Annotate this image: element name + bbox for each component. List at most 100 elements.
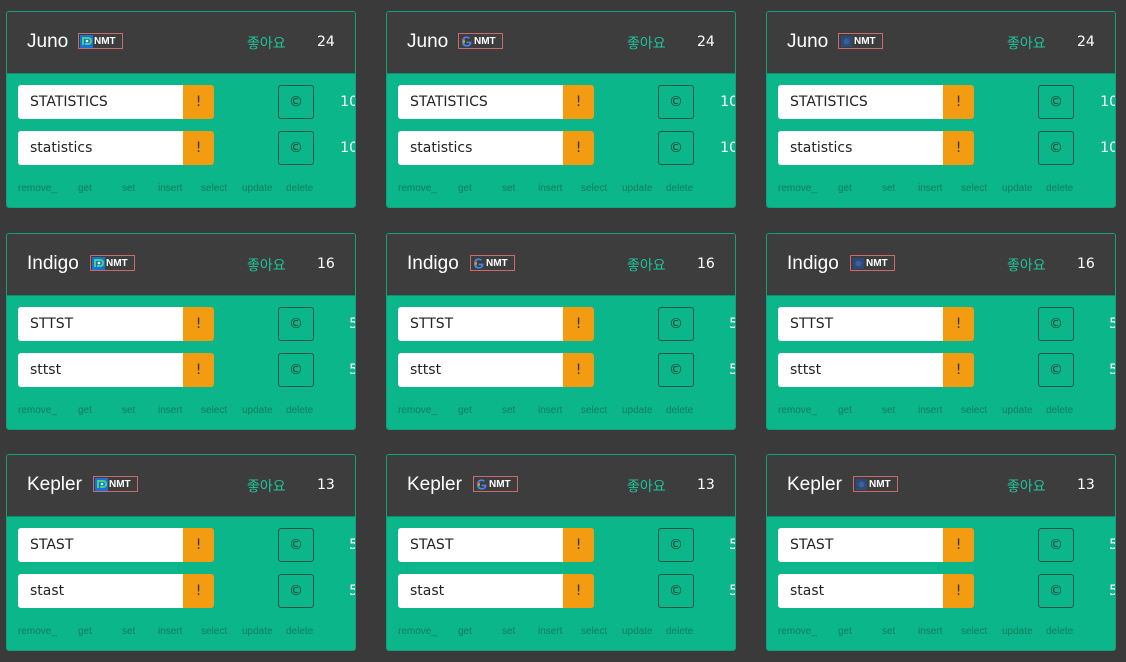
action-select[interactable]: select xyxy=(581,405,607,416)
action-update[interactable]: update xyxy=(242,183,273,194)
action-set[interactable]: set xyxy=(502,626,515,637)
action-insert[interactable]: insert xyxy=(538,626,562,637)
action-delete[interactable]: delete xyxy=(286,626,313,637)
action-set[interactable]: set xyxy=(502,405,515,416)
action-get[interactable]: get xyxy=(78,183,92,194)
word-field[interactable]: sttst xyxy=(18,353,183,387)
copy-button[interactable]: © xyxy=(278,353,314,387)
action-set[interactable]: set xyxy=(122,626,135,637)
action-insert[interactable]: insert xyxy=(918,626,942,637)
word-field[interactable]: STAST xyxy=(398,528,563,562)
word-field[interactable]: statistics xyxy=(18,131,183,165)
copy-button[interactable]: © xyxy=(278,574,314,608)
like-button[interactable]: 좋아요 xyxy=(1007,476,1046,496)
action-delete[interactable]: delete xyxy=(1046,405,1073,416)
word-field[interactable]: STTST xyxy=(398,307,563,341)
action-remove[interactable]: remove_ xyxy=(18,183,57,194)
action-set[interactable]: set xyxy=(122,405,135,416)
like-button[interactable]: 좋아요 xyxy=(1007,255,1046,275)
copy-button[interactable]: © xyxy=(658,574,694,608)
action-update[interactable]: update xyxy=(622,183,653,194)
action-get[interactable]: get xyxy=(458,405,472,416)
action-remove[interactable]: remove_ xyxy=(778,405,817,416)
like-button[interactable]: 좋아요 xyxy=(247,255,286,275)
action-insert[interactable]: insert xyxy=(158,405,182,416)
report-button[interactable]: ! xyxy=(563,85,594,119)
word-field[interactable]: stast xyxy=(778,574,943,608)
word-field[interactable]: STATISTICS xyxy=(398,85,563,119)
copy-button[interactable]: © xyxy=(658,307,694,341)
copy-button[interactable]: © xyxy=(278,85,314,119)
action-remove[interactable]: remove_ xyxy=(778,626,817,637)
report-button[interactable]: ! xyxy=(943,85,974,119)
copy-button[interactable]: © xyxy=(1038,574,1074,608)
action-set[interactable]: set xyxy=(882,626,895,637)
report-button[interactable]: ! xyxy=(563,131,594,165)
copy-button[interactable]: © xyxy=(1038,307,1074,341)
action-insert[interactable]: insert xyxy=(918,405,942,416)
report-button[interactable]: ! xyxy=(943,528,974,562)
action-get[interactable]: get xyxy=(838,626,852,637)
report-button[interactable]: ! xyxy=(943,131,974,165)
word-field[interactable]: STTST xyxy=(778,307,943,341)
like-button[interactable]: 좋아요 xyxy=(1007,33,1046,53)
word-field[interactable]: STATISTICS xyxy=(778,85,943,119)
action-delete[interactable]: delete xyxy=(666,405,693,416)
action-get[interactable]: get xyxy=(458,626,472,637)
action-insert[interactable]: insert xyxy=(158,626,182,637)
action-select[interactable]: select xyxy=(581,183,607,194)
action-insert[interactable]: insert xyxy=(538,183,562,194)
action-delete[interactable]: delete xyxy=(286,183,313,194)
word-field[interactable]: STAST xyxy=(18,528,183,562)
like-button[interactable]: 좋아요 xyxy=(247,476,286,496)
copy-button[interactable]: © xyxy=(1038,528,1074,562)
word-field[interactable]: statistics xyxy=(398,131,563,165)
action-select[interactable]: select xyxy=(201,405,227,416)
action-delete[interactable]: delete xyxy=(1046,626,1073,637)
word-field[interactable]: statistics xyxy=(778,131,943,165)
action-remove[interactable]: remove_ xyxy=(398,626,437,637)
report-button[interactable]: ! xyxy=(183,528,214,562)
like-button[interactable]: 좋아요 xyxy=(627,476,666,496)
action-delete[interactable]: delete xyxy=(666,626,693,637)
copy-button[interactable]: © xyxy=(278,528,314,562)
like-button[interactable]: 좋아요 xyxy=(627,255,666,275)
action-set[interactable]: set xyxy=(882,405,895,416)
copy-button[interactable]: © xyxy=(1038,85,1074,119)
action-select[interactable]: select xyxy=(581,626,607,637)
action-select[interactable]: select xyxy=(961,405,987,416)
report-button[interactable]: ! xyxy=(563,307,594,341)
report-button[interactable]: ! xyxy=(563,353,594,387)
action-insert[interactable]: insert xyxy=(158,183,182,194)
action-remove[interactable]: remove_ xyxy=(18,405,57,416)
action-get[interactable]: get xyxy=(838,405,852,416)
report-button[interactable]: ! xyxy=(943,574,974,608)
word-field[interactable]: STAST xyxy=(778,528,943,562)
action-get[interactable]: get xyxy=(838,183,852,194)
action-select[interactable]: select xyxy=(961,183,987,194)
action-select[interactable]: select xyxy=(961,626,987,637)
action-update[interactable]: update xyxy=(242,405,273,416)
report-button[interactable]: ! xyxy=(183,574,214,608)
word-field[interactable]: STATISTICS xyxy=(18,85,183,119)
copy-button[interactable]: © xyxy=(658,528,694,562)
report-button[interactable]: ! xyxy=(183,307,214,341)
action-get[interactable]: get xyxy=(78,626,92,637)
copy-button[interactable]: © xyxy=(658,85,694,119)
action-remove[interactable]: remove_ xyxy=(398,183,437,194)
report-button[interactable]: ! xyxy=(943,307,974,341)
report-button[interactable]: ! xyxy=(563,528,594,562)
report-button[interactable]: ! xyxy=(183,353,214,387)
copy-button[interactable]: © xyxy=(1038,131,1074,165)
word-field[interactable]: sttst xyxy=(778,353,943,387)
action-update[interactable]: update xyxy=(1002,183,1033,194)
action-get[interactable]: get xyxy=(458,183,472,194)
word-field[interactable]: sttst xyxy=(398,353,563,387)
action-update[interactable]: update xyxy=(622,626,653,637)
action-delete[interactable]: delete xyxy=(1046,183,1073,194)
action-get[interactable]: get xyxy=(78,405,92,416)
action-delete[interactable]: delete xyxy=(666,183,693,194)
report-button[interactable]: ! xyxy=(183,85,214,119)
copy-button[interactable]: © xyxy=(658,131,694,165)
action-update[interactable]: update xyxy=(1002,626,1033,637)
